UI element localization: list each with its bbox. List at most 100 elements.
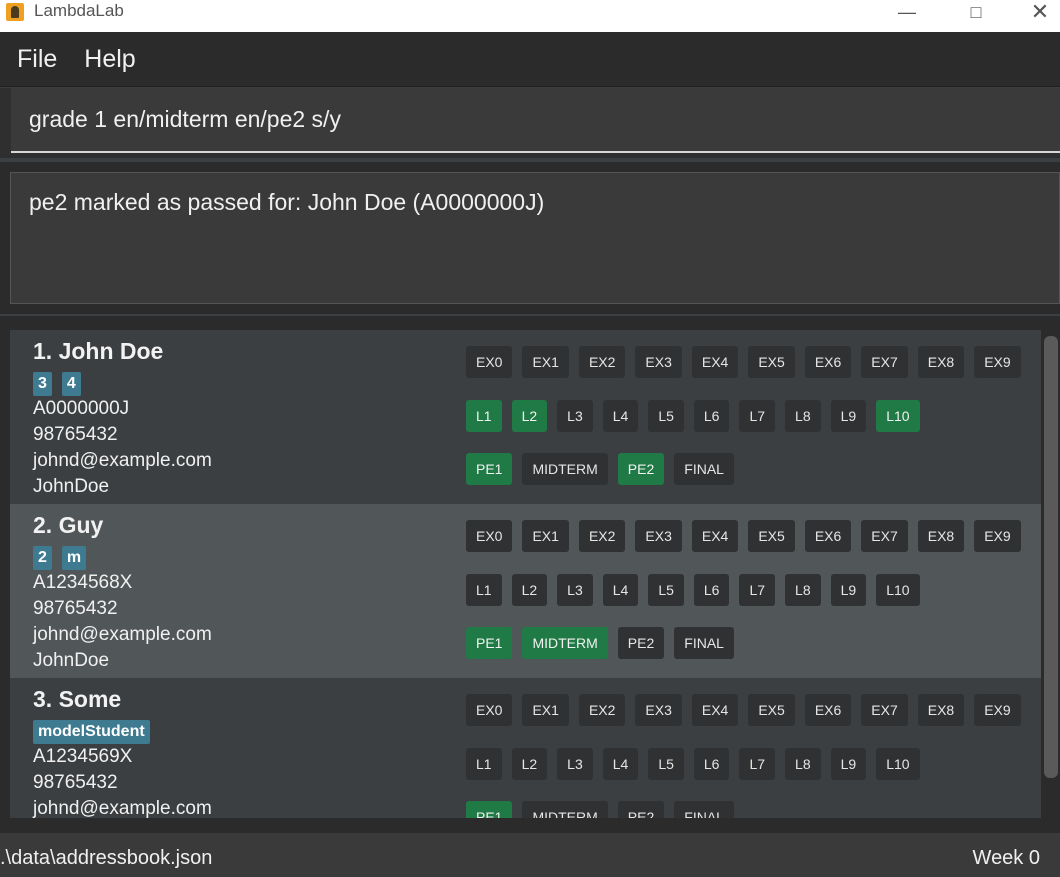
result-display: pe2 marked as passed for: John Doe (A000… xyxy=(10,172,1060,304)
exercise-row: EX0 EX1 EX2 EX3 EX4 EX5 EX6 EX7 EX8 EX9 xyxy=(466,520,1021,552)
command-box xyxy=(0,88,1060,158)
student-id: A1234568X xyxy=(33,572,133,593)
grade-chip-ex5: EX5 xyxy=(748,694,795,726)
grade-chip-l8: L8 xyxy=(785,400,821,432)
tag: m xyxy=(61,546,87,570)
grade-chip-ex8: EX8 xyxy=(917,694,965,726)
grade-chip-ex2: EX2 xyxy=(578,520,626,552)
grade-chip-midterm: MIDTERM xyxy=(522,801,608,818)
tag: modelStudent xyxy=(33,720,150,744)
student-id: A1234569X xyxy=(33,746,133,767)
student-card[interactable]: 2. Guy 2 m A1234568X 98765432 johnd@example.c… xyxy=(10,504,1041,678)
grade-chip-l4: L4 xyxy=(602,574,639,606)
tag-list: 34 xyxy=(33,372,81,396)
status-bar: .\data\addressbook.json Week 0 xyxy=(0,832,1060,877)
result-panel: pe2 marked as passed for: John Doe (A000… xyxy=(0,162,1060,314)
grade-chip-ex6: EX6 xyxy=(804,520,852,552)
grade-chip-l10: L10 xyxy=(876,748,920,780)
window-title: LambdaLab xyxy=(34,1,124,20)
grade-chip-pe2: PE2 xyxy=(617,453,665,485)
grade-chip-l3: L3 xyxy=(557,574,593,606)
tag: 3 xyxy=(33,372,52,396)
menu-help[interactable]: Help xyxy=(84,45,135,74)
tag-list: 2m xyxy=(33,546,87,570)
grade-chip-ex1: EX1 xyxy=(522,520,569,552)
grade-chip-l9: L9 xyxy=(830,574,867,606)
grade-chip-ex3: EX3 xyxy=(635,520,682,552)
save-file-path: .\data\addressbook.json xyxy=(0,847,213,869)
menu-file[interactable]: File xyxy=(17,45,57,74)
exam-row: PE1 MIDTERM PE2 FINAL xyxy=(466,627,734,659)
grade-chip-midterm: MIDTERM xyxy=(522,627,608,659)
command-input[interactable] xyxy=(11,88,1060,153)
exercise-row: EX0 EX1 EX2 EX3 EX4 EX5 EX6 EX7 EX8 EX9 xyxy=(466,346,1021,378)
lab-row: L1 L2 L3 L4 L5 L6 L7 L8 L9 L10 xyxy=(466,574,920,606)
grade-chip-l6: L6 xyxy=(693,748,730,780)
minimize-icon[interactable]: — xyxy=(882,0,932,24)
grade-chip-ex4: EX4 xyxy=(691,346,739,378)
grade-chip-l10: L10 xyxy=(876,400,920,432)
grade-chip-l1: L1 xyxy=(466,574,502,606)
student-name: 3. Some xyxy=(33,686,122,712)
tag-list: modelStudent xyxy=(33,720,150,744)
grade-chip-l3: L3 xyxy=(557,400,593,432)
grade-chip-final: FINAL xyxy=(674,453,734,485)
student-github: JohnDoe xyxy=(33,650,110,671)
grade-chip-l10: L10 xyxy=(876,574,920,606)
app-logo-icon xyxy=(6,3,24,21)
grade-chip-ex8: EX8 xyxy=(917,520,965,552)
student-name: 1. John Doe xyxy=(33,338,164,364)
student-phone: 98765432 xyxy=(33,424,118,445)
maximize-icon[interactable]: □ xyxy=(951,0,1001,24)
grade-chip-l9: L9 xyxy=(830,400,867,432)
menu-bar: File Help xyxy=(0,32,1060,87)
lab-row: L1 L2 L3 L4 L5 L6 L7 L8 L9 L10 xyxy=(466,748,920,780)
grade-chip-l1: L1 xyxy=(466,748,502,780)
grade-chip-l2: L2 xyxy=(511,400,548,432)
student-name: 2. Guy xyxy=(33,512,104,538)
list-scrollbar[interactable] xyxy=(1044,336,1058,778)
grade-chip-ex2: EX2 xyxy=(578,346,626,378)
grade-chip-ex6: EX6 xyxy=(804,694,852,726)
grade-chip-l2: L2 xyxy=(511,748,548,780)
grade-chip-l9: L9 xyxy=(830,748,867,780)
grade-chip-ex6: EX6 xyxy=(804,346,852,378)
close-icon[interactable]: ✕ xyxy=(1020,0,1060,24)
student-card[interactable]: 1. John Doe 3 4 A0000000J 98765432 johnd@exam… xyxy=(10,330,1041,504)
grade-chip-ex3: EX3 xyxy=(635,346,682,378)
grade-chip-l8: L8 xyxy=(785,574,821,606)
grade-chip-l1: L1 xyxy=(466,400,502,432)
grade-chip-ex9: EX9 xyxy=(974,520,1021,552)
grade-chip-ex0: EX0 xyxy=(466,520,513,552)
grade-chip-l6: L6 xyxy=(693,400,730,432)
student-list[interactable]: 1. John Doe 3 4 A0000000J 98765432 johnd@exam… xyxy=(10,330,1041,818)
grade-chip-ex1: EX1 xyxy=(522,346,569,378)
grade-chip-ex0: EX0 xyxy=(466,694,513,726)
grade-chip-pe2: PE2 xyxy=(617,801,665,818)
grade-chip-l4: L4 xyxy=(602,400,639,432)
student-email: johnd@example.com xyxy=(33,450,212,471)
grade-chip-pe1: PE1 xyxy=(466,801,513,818)
grade-chip-midterm: MIDTERM xyxy=(522,453,608,485)
student-card[interactable]: 3. Some modelStudent A1234569X 98765432 john… xyxy=(10,678,1041,818)
tag: 4 xyxy=(61,372,81,396)
grade-chip-ex4: EX4 xyxy=(691,694,739,726)
exam-row: PE1 MIDTERM PE2 FINAL xyxy=(466,801,734,818)
grade-chip-l2: L2 xyxy=(511,574,548,606)
tag: 2 xyxy=(33,546,52,570)
exam-row: PE1 MIDTERM PE2 FINAL xyxy=(466,453,734,485)
grade-chip-l7: L7 xyxy=(739,748,776,780)
grade-chip-l7: L7 xyxy=(739,400,776,432)
grade-chip-final: FINAL xyxy=(674,627,734,659)
grade-chip-l5: L5 xyxy=(648,400,684,432)
grade-chip-ex9: EX9 xyxy=(974,694,1021,726)
grade-chip-pe1: PE1 xyxy=(466,453,513,485)
grade-chip-ex5: EX5 xyxy=(748,346,795,378)
student-github: JohnDoe xyxy=(33,476,110,497)
grade-chip-pe1: PE1 xyxy=(466,627,513,659)
week-indicator: Week 0 xyxy=(972,847,1040,869)
student-phone: 98765432 xyxy=(33,598,118,619)
student-phone: 98765432 xyxy=(33,772,118,793)
grade-chip-ex0: EX0 xyxy=(466,346,513,378)
grade-chip-ex4: EX4 xyxy=(691,520,739,552)
